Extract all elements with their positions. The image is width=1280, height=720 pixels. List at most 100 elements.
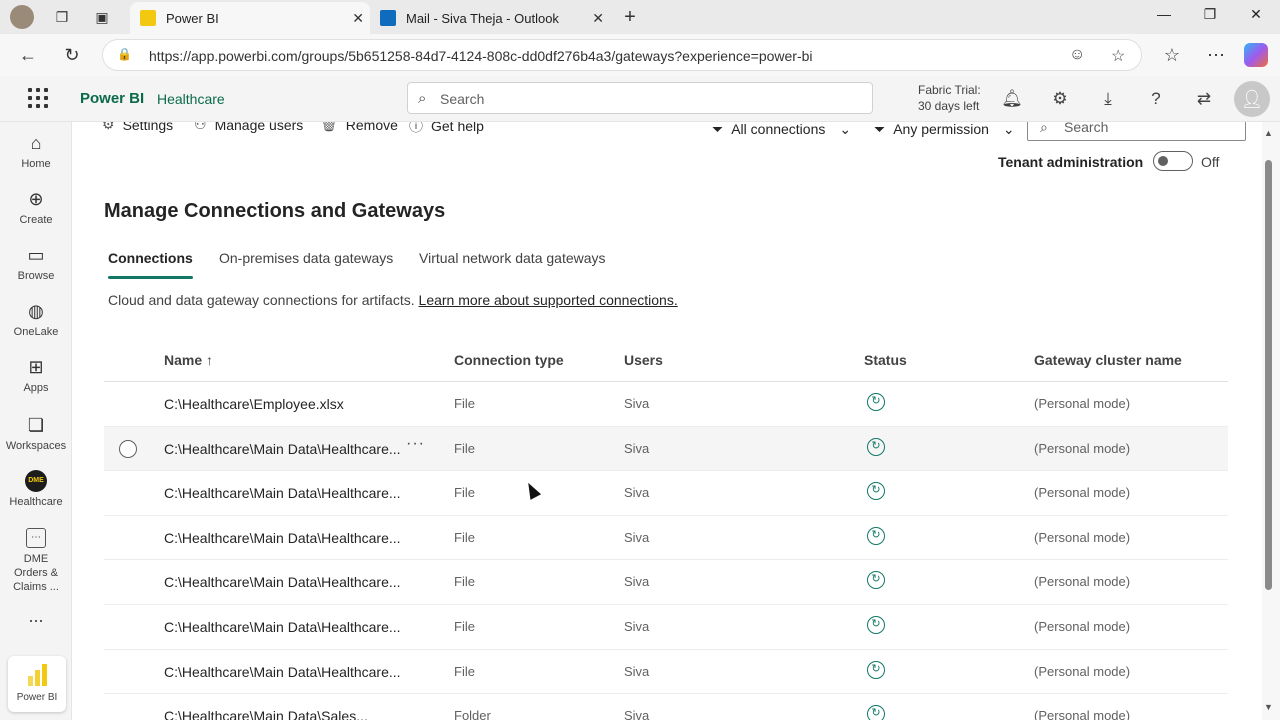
tab-onprem-gateways[interactable]: On-premises data gateways (219, 250, 393, 266)
tenant-admin-toggle[interactable] (1153, 151, 1193, 171)
scroll-down-icon[interactable]: ▼ (1264, 702, 1273, 712)
manage-users-button[interactable]: ⚇ Manage users (194, 122, 303, 133)
feedback-icon[interactable]: ⇄ (1192, 87, 1216, 111)
nav-onelake[interactable]: ◍ OneLake (0, 300, 72, 338)
help-icon[interactable]: ? (1144, 87, 1168, 111)
toggle-state-label: Off (1201, 154, 1220, 170)
trial-status[interactable]: Fabric Trial: 30 days left (918, 82, 981, 114)
close-tab-icon[interactable]: ✕ (592, 10, 604, 27)
cell-name: C:\Healthcare\Main Data\Healthcare... (164, 485, 401, 502)
reader-icon[interactable]: ☺ (1069, 46, 1085, 64)
status-refresh-icon[interactable]: ↻ (867, 616, 885, 634)
row-select-radio[interactable] (119, 439, 137, 458)
status-refresh-icon[interactable]: ↻ (867, 437, 885, 456)
tab-connections[interactable]: Connections (108, 250, 193, 279)
cell-name: C:\Healthcare\Employee.xlsx (164, 396, 344, 412)
powerbi-logo-icon (27, 664, 47, 686)
site-info-icon[interactable]: 🔒 (117, 47, 133, 63)
global-search-input[interactable]: ⌕ Search (407, 82, 873, 114)
tab-vnet-gateways[interactable]: Virtual network data gateways (419, 250, 606, 266)
tab-outlook[interactable]: Mail - Siva Theja - Outlook ✕ (370, 2, 610, 34)
table-row[interactable]: C:\Healthcare\Employee.xlsx File Siva ↻ … (104, 382, 1228, 427)
cell-type: File (454, 619, 475, 634)
account-avatar[interactable]: 👤︎ (1234, 81, 1270, 117)
tab-powerbi[interactable]: Power BI ✕ (130, 2, 370, 34)
connections-search-input[interactable]: ⌕ Search (1027, 122, 1246, 141)
trial-line-2: 30 days left (918, 99, 980, 113)
back-icon[interactable]: ← (16, 43, 40, 67)
brand-name[interactable]: Power BI (80, 90, 144, 107)
workspace-breadcrumb[interactable]: Healthcare (157, 91, 225, 107)
new-tab-icon[interactable]: + (618, 6, 642, 28)
more-nav-icon[interactable]: ... (0, 606, 72, 627)
notifications-icon[interactable]: 🔔︎ (1000, 87, 1024, 111)
cell-type: Folder (454, 708, 491, 720)
nav-dme-orders[interactable]: ⋯ DME Orders & Claims ... (0, 528, 72, 594)
close-tab-icon[interactable]: ✕ (352, 10, 364, 27)
status-refresh-icon[interactable]: ↻ (867, 705, 885, 720)
button-label: Get help (431, 122, 484, 134)
table-row[interactable]: C:\Healthcare\Main Data\Healthcare... Fi… (104, 560, 1228, 605)
cell-name: C:\Healthcare\Main Data\Healthcare... (164, 440, 401, 457)
status-refresh-icon[interactable]: ↻ (867, 526, 885, 545)
status-refresh-icon[interactable]: ↻ (867, 482, 885, 501)
nav-apps[interactable]: ⊞ Apps (0, 356, 72, 394)
col-header-users[interactable]: Users (624, 352, 663, 368)
powerbi-experience-switcher[interactable]: Power BI (8, 656, 66, 712)
url-field[interactable]: 🔒 https://app.powerbi.com/groups/5b65125… (102, 39, 1142, 71)
page-scrollbar[interactable]: ▲ ▼ (1262, 122, 1280, 720)
profile-avatar[interactable] (10, 5, 34, 29)
description-text: Cloud and data gateway connections for a… (108, 292, 415, 308)
status-refresh-icon[interactable]: ↻ (867, 660, 885, 679)
create-icon: ⊕ (28, 189, 44, 209)
tab-actions-icon[interactable]: ▣ (90, 6, 114, 28)
status-refresh-icon[interactable]: ↻ (867, 571, 885, 590)
scroll-up-icon[interactable]: ▲ (1264, 128, 1273, 138)
table-row[interactable]: C:\Healthcare\Main Data\Healthcare... ··… (104, 426, 1228, 472)
table-row[interactable]: C:\Healthcare\Main Data\Healthcare... Fi… (104, 471, 1228, 516)
nav-healthcare-workspace[interactable]: DME Healthcare (0, 470, 72, 508)
close-window-icon[interactable]: ✕ (1246, 6, 1266, 26)
workspaces-icon[interactable]: ❐ (50, 6, 74, 28)
remove-button[interactable]: 🗑︎ Remove (320, 122, 398, 133)
nav-workspaces[interactable]: ❏ Workspaces (0, 414, 72, 452)
col-header-name[interactable]: Name ↑ (164, 352, 213, 368)
app-launcher-icon[interactable] (28, 88, 48, 108)
table-row[interactable]: C:\Healthcare\Main Data\Healthcare... Fi… (104, 605, 1228, 650)
cell-name: C:\Healthcare\Main Data\Healthcare... (164, 663, 401, 680)
nav-label: Healthcare (9, 496, 63, 508)
table-row[interactable]: C:\Healthcare\Main Data\Healthcare... Fi… (104, 650, 1228, 695)
permission-filter-dropdown[interactable]: ⏷ Any permission ⌄ (874, 122, 1015, 142)
nav-home[interactable]: ⌂ Home (0, 132, 72, 170)
settings-button[interactable]: ⚙ Settings (102, 122, 173, 133)
gear-icon: ⚙ (102, 122, 115, 132)
page-title: Manage Connections and Gateways (104, 200, 446, 222)
button-label: Settings (122, 122, 174, 133)
col-header-gateway-cluster[interactable]: Gateway cluster name (1034, 352, 1182, 368)
powerbi-header: Power BI Healthcare ⌕ Search Fabric Tria… (0, 76, 1280, 122)
table-row[interactable]: C:\Healthcare\Main Data\Healthcare... Fi… (104, 516, 1228, 561)
restore-icon[interactable]: ❐ (1200, 6, 1220, 26)
copilot-icon[interactable] (1244, 43, 1268, 67)
refresh-icon[interactable]: ↻ (60, 43, 84, 67)
learn-more-link[interactable]: Learn more about supported connections. (419, 292, 678, 308)
cell-type: File (454, 529, 475, 545)
home-icon: ⌂ (30, 133, 42, 153)
status-refresh-icon[interactable]: ↻ (867, 393, 885, 411)
nav-browse[interactable]: ▭ Browse (0, 244, 72, 282)
table-row[interactable]: C:\Healthcare\Main Data\Sales... Folder … (104, 694, 1228, 720)
favorites-icon[interactable]: ☆ (1160, 43, 1184, 67)
cell-gateway: (Personal mode) (1034, 529, 1131, 545)
more-menu-icon[interactable]: ⋯ (1204, 43, 1228, 67)
col-header-status[interactable]: Status (864, 352, 907, 368)
settings-gear-icon[interactable]: ⚙ (1048, 87, 1072, 111)
minimize-icon[interactable]: — (1154, 6, 1174, 26)
favorite-star-icon[interactable]: ☆ (1111, 46, 1125, 66)
nav-create[interactable]: ⊕ Create (0, 188, 72, 226)
col-header-connection-type[interactable]: Connection type (454, 352, 564, 368)
get-help-button[interactable]: ⓘ Get help (409, 122, 484, 136)
download-icon[interactable]: ⤓ (1096, 87, 1120, 111)
scroll-thumb[interactable] (1265, 160, 1272, 590)
connections-filter-dropdown[interactable]: ⏷ All connections ⌄ (712, 122, 851, 142)
row-more-options-icon[interactable]: ··· (406, 435, 425, 453)
